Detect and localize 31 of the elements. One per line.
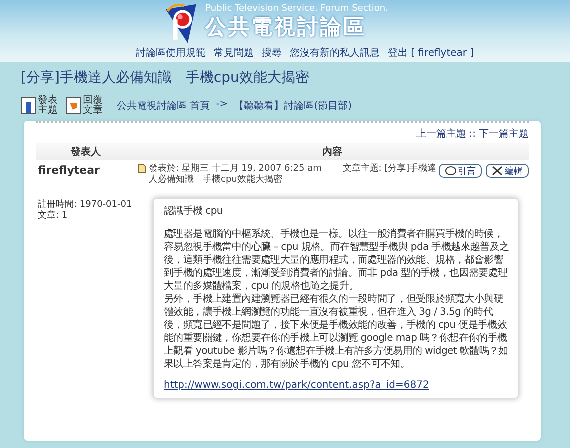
join-date: 註冊時間: 1970-01-01 [38,200,134,210]
post-paragraph: 處理器是電腦的中樞系統、手機也是一樣。以往一般消費者在購買手機的時候，容易忽視手機當中的心臟 – cpu 規格。而在智慧型手機與 pda 手機越來越普及之後，這類手機往往需要處理大量的應用程式，而處理器的效能、規格，都會影響到手機的處理速度，漸漸受到消費者的討論。而非 pda 型的手機，也因需要處理大量的多媒體檔案，cpu 的規格也隨之提升。 [164,228,510,293]
post-info: 發表於: 星期三 十二月 19, 2007 6:25 am 文章主題: [分享]手機達人必備知識 手機cpu效能大揭密 [149,164,437,186]
note-icon [66,97,82,115]
post-action-button[interactable]: 編輯 [486,164,529,178]
toolbar-button[interactable]: 發表主題 [21,96,60,116]
column-header: 內容 [322,145,344,158]
nav-separator: :: [469,129,476,141]
source-link[interactable]: http://www.sogi.com.tw/park/content.asp?a_id=6872 [164,379,510,392]
breadcrumb-separator: -> [216,99,228,112]
post-action-button[interactable]: 引言 [439,164,482,178]
post-count: 文章: 1 [38,211,69,222]
breadcrumb-link[interactable]: 公共電視討論區 首頁 [117,99,210,113]
topic-nav-link[interactable]: 下一篇主題 [479,129,529,141]
nav-link[interactable]: 您沒有新的私人訊息 [290,47,380,60]
breadcrumb-link[interactable]: 【聽聽看】討論區(節目部) [234,99,352,113]
author-name: fireflytear [38,164,101,178]
nav-link[interactable]: 常見問題 [214,47,254,60]
topic-title[interactable]: [分享]手機達人必備知識 手機cpu效能大揭密 [21,69,570,87]
nav-link[interactable]: 討論區使用規範 [136,47,206,60]
document-icon [21,97,37,115]
nav-link[interactable]: 登出 [ fireflytear ] [388,47,474,60]
site-tagline: Public Television Service. Forum Section. [206,4,388,15]
post-heading: 認識手機 cpu [164,205,224,218]
column-header: 發表人 [70,146,102,158]
post-icon [138,164,147,174]
toolbar-button[interactable]: 回覆文章 [66,96,105,116]
topic-nav-link[interactable]: 上一篇主題 [416,129,466,141]
site-title: 公共電視討論區 [206,15,368,40]
nav-link[interactable]: 搜尋 [262,47,282,60]
post-paragraph: 另外，手機上建置內建瀏覽器已經有很久的一段時間了，但受限於頻寬大小與硬體效能，讓手機上網瀏覽的功能一直沒有被重視，但在進入 3g / 3.5g 的時代後，頻寬已經不是問題了，接下來便是手機效能的改善，手機的 cpu 便是手機效能的重要關鍵，你想要在你的手機上可以瀏覽 google map 嗎？你想在你的手機上觀看 youtube 影片嗎？你還想在手機上有許多方便易用的 widget 軟體嗎？如果以上答案是肯定的，那有關於手機的 cpu 您不可不知。 [164,293,510,371]
